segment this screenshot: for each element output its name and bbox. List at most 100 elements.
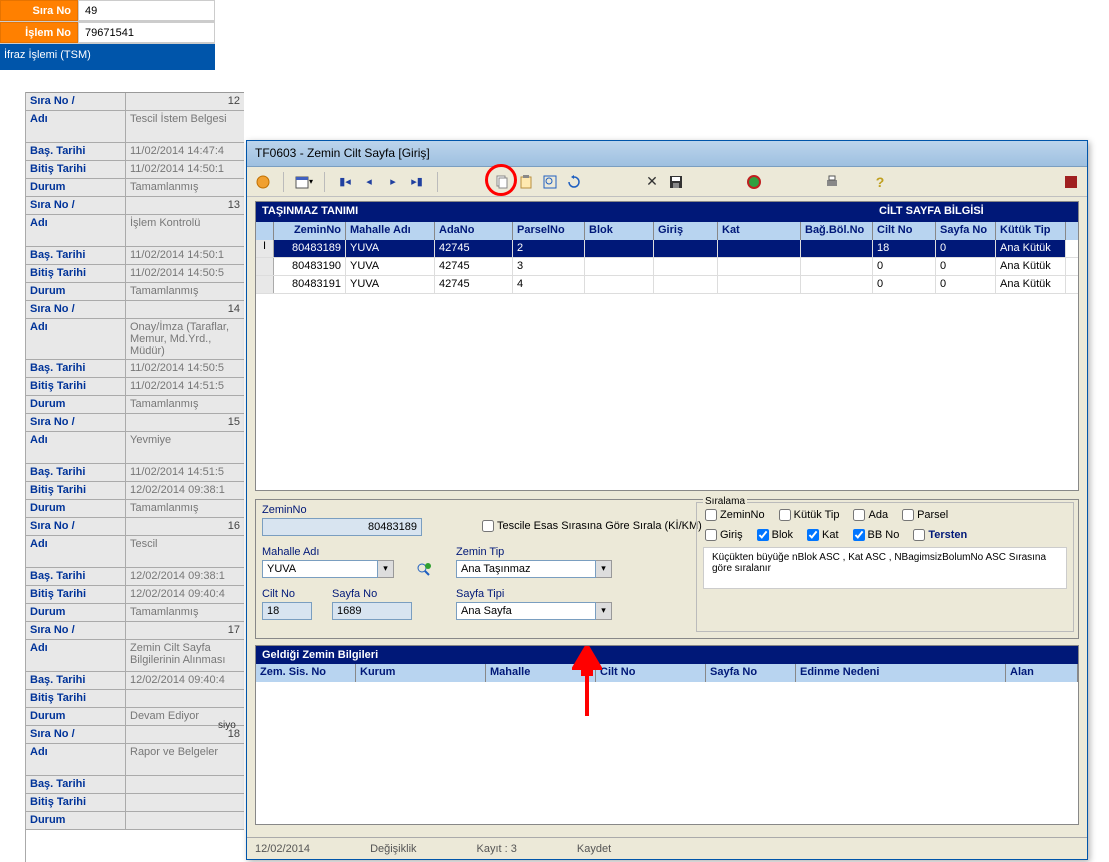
calendar-icon[interactable]: ▾ [294, 172, 314, 192]
col-giris[interactable]: Giriş [654, 222, 718, 240]
list-item[interactable]: Sıra No /17 [26, 622, 244, 640]
list-item[interactable]: Baş. Tarihi [26, 776, 244, 794]
chk-parsel[interactable] [902, 509, 914, 521]
list-item[interactable]: DurumTamamlanmış [26, 604, 244, 622]
row-value: Tescil [126, 536, 244, 567]
col-sayfano[interactable]: Sayfa No [936, 222, 996, 240]
list-item[interactable]: Bitiş Tarihi12/02/2014 09:40:4 [26, 586, 244, 604]
list-item[interactable]: AdıYevmiye [26, 432, 244, 464]
nav-next-icon[interactable]: ▸ [383, 172, 403, 192]
list-item[interactable]: Baş. Tarihi12/02/2014 09:38:1 [26, 568, 244, 586]
list-item[interactable]: AdıRapor ve Belgeler [26, 744, 244, 776]
paste-icon[interactable] [516, 172, 536, 192]
ciltno-label: Cilt No [262, 588, 312, 600]
zemintip-combo[interactable] [456, 560, 596, 578]
table-row[interactable]: 80483190YUVA42745300Ana Kütük [256, 258, 1078, 276]
col-mahalle[interactable]: Mahalle Adı [346, 222, 435, 240]
col-adano[interactable]: AdaNo [435, 222, 513, 240]
nav-first-icon[interactable]: ▮◂ [335, 172, 355, 192]
col-parselno[interactable]: ParselNo [513, 222, 585, 240]
list-item[interactable]: AdıTescil [26, 536, 244, 568]
help-icon[interactable]: ? [870, 172, 890, 192]
row-value [126, 690, 244, 707]
mahalle-lookup-icon[interactable] [414, 560, 434, 580]
cell: 4 [513, 276, 585, 293]
globe-icon[interactable] [744, 172, 764, 192]
col-edinme[interactable]: Edinme Nedeni [796, 664, 1006, 682]
list-item[interactable]: Sıra No /15 [26, 414, 244, 432]
list-item[interactable]: Sıra No /18 [26, 726, 244, 744]
col-kurum[interactable]: Kurum [356, 664, 486, 682]
list-item[interactable]: Bitiş Tarihi [26, 690, 244, 708]
chevron-down-icon[interactable]: ▾ [596, 602, 612, 620]
list-item[interactable]: DurumTamamlanmış [26, 179, 244, 197]
nav-prev-icon[interactable]: ◂ [359, 172, 379, 192]
sayfatipi-combo[interactable] [456, 602, 596, 620]
col-ciltno2[interactable]: Cilt No [596, 664, 706, 682]
col-kat[interactable]: Kat [718, 222, 801, 240]
list-item[interactable]: Sıra No /12 [26, 93, 244, 111]
chk-kutuktip[interactable] [779, 509, 791, 521]
chk-tersten[interactable] [913, 529, 925, 541]
col-zemsisno[interactable]: Zem. Sis. No [256, 664, 356, 682]
list-item[interactable]: DurumDevam Ediyor [26, 708, 244, 726]
row-value: Tescil İstem Belgesi [126, 111, 244, 142]
chk-giris[interactable] [705, 529, 717, 541]
list-item[interactable]: Baş. Tarihi11/02/2014 14:51:5 [26, 464, 244, 482]
copy-icon[interactable] [492, 172, 512, 192]
tescile-checkbox[interactable] [482, 520, 494, 532]
col-ciltno[interactable]: Cilt No [873, 222, 936, 240]
chk-bbno[interactable] [853, 529, 865, 541]
col-sayfano2[interactable]: Sayfa No [706, 664, 796, 682]
list-item[interactable]: Adıİşlem Kontrolü [26, 215, 244, 247]
list-item[interactable]: AdıTescil İstem Belgesi [26, 111, 244, 143]
print-icon[interactable] [822, 172, 842, 192]
list-item[interactable]: Baş. Tarihi11/02/2014 14:50:5 [26, 360, 244, 378]
chevron-down-icon[interactable]: ▾ [596, 560, 612, 578]
chk-ada[interactable] [853, 509, 865, 521]
list-item[interactable]: Sıra No /13 [26, 197, 244, 215]
list-item[interactable]: Baş. Tarihi11/02/2014 14:47:4 [26, 143, 244, 161]
list-item[interactable]: DurumTamamlanmış [26, 500, 244, 518]
col-bagbol[interactable]: Bağ.Böl.No [801, 222, 873, 240]
list-item[interactable]: Bitiş Tarihi12/02/2014 09:38:1 [26, 482, 244, 500]
cell: 80483191 [274, 276, 346, 293]
list-item[interactable]: Bitiş Tarihi [26, 794, 244, 812]
chk-kat[interactable] [807, 529, 819, 541]
list-item[interactable]: Bitiş Tarihi11/02/2014 14:50:1 [26, 161, 244, 179]
mahalle-combo[interactable] [262, 560, 378, 578]
refresh-icon[interactable] [564, 172, 584, 192]
tasinmaz-grid[interactable]: TAŞINMAZ TANIMI CİLT SAYFA BİLGİSİ Zemin… [255, 201, 1079, 491]
chevron-down-icon[interactable]: ▾ [378, 560, 394, 578]
list-item[interactable]: DurumTamamlanmış [26, 396, 244, 414]
ciltno-field[interactable] [262, 602, 312, 620]
nav-last-icon[interactable]: ▸▮ [407, 172, 427, 192]
list-item[interactable]: Bitiş Tarihi11/02/2014 14:51:5 [26, 378, 244, 396]
list-item[interactable]: Bitiş Tarihi11/02/2014 14:50:5 [26, 265, 244, 283]
chk-blok[interactable] [757, 529, 769, 541]
list-item[interactable]: AdıZemin Cilt Sayfa Bilgilerinin Alınmas… [26, 640, 244, 672]
list-item[interactable]: Baş. Tarihi11/02/2014 14:50:1 [26, 247, 244, 265]
col-blok[interactable]: Blok [585, 222, 654, 240]
list-item[interactable]: DurumTamamlanmış [26, 283, 244, 301]
table-row[interactable]: 80483191YUVA42745400Ana Kütük [256, 276, 1078, 294]
list-item[interactable]: Sıra No /16 [26, 518, 244, 536]
table-row[interactable]: I80483189YUVA427452180Ana Kütük [256, 240, 1078, 258]
delete-icon[interactable]: ✕ [642, 172, 662, 192]
save-icon[interactable] [666, 172, 686, 192]
list-item[interactable]: AdıOnay/İmza (Taraflar, Memur, Md.Yrd., … [26, 319, 244, 360]
col-kutuktip[interactable]: Kütük Tip [996, 222, 1066, 240]
list-item[interactable]: Sıra No /14 [26, 301, 244, 319]
cell: 0 [873, 276, 936, 293]
geldigi-zemin-grid[interactable]: Geldiği Zemin Bilgileri Zem. Sis. No Kur… [255, 645, 1079, 825]
list-item[interactable]: Baş. Tarihi12/02/2014 09:40:4 [26, 672, 244, 690]
find-icon[interactable] [540, 172, 560, 192]
list-item[interactable]: Durum [26, 812, 244, 830]
col-alan[interactable]: Alan [1006, 664, 1078, 682]
sayfano-field[interactable] [332, 602, 412, 620]
close-icon[interactable] [1061, 172, 1081, 192]
row-label: Adı [26, 319, 126, 359]
chk-zeminno[interactable] [705, 509, 717, 521]
col-zeminno[interactable]: ZeminNo [274, 222, 346, 240]
col-mahalle2[interactable]: Mahalle [486, 664, 596, 682]
